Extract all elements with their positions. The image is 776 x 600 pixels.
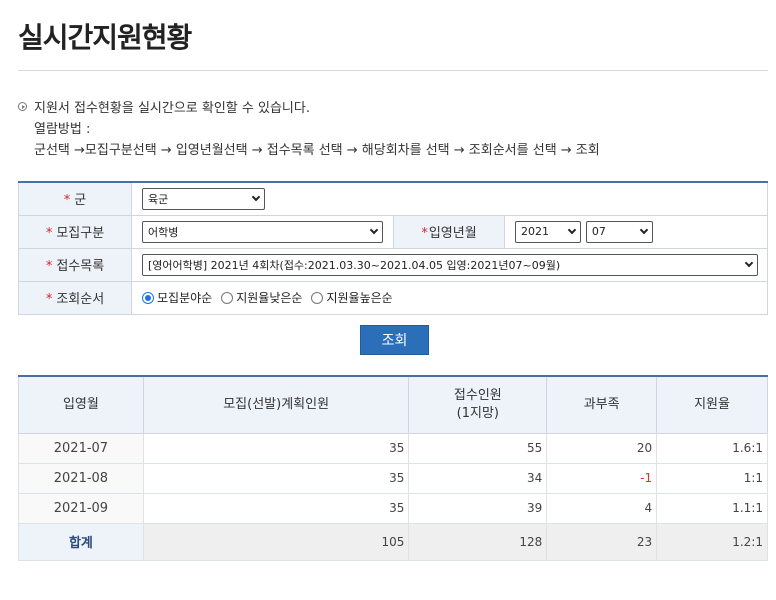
row-diff: -1 (546, 462, 658, 494)
info-line-3: 군선택 →모집구분선택 → 입영년월선택 → 접수목록 선택 → 해당회차를 선… (34, 143, 600, 158)
table-row: 2021-07 35 55 20 1.6:1 (18, 432, 768, 464)
required-mark: * (45, 292, 53, 307)
total-applied: 128 (408, 522, 548, 561)
row-applied: 55 (408, 432, 548, 464)
row-rate: 1.1:1 (656, 492, 768, 524)
info-line-2: 열람방법 : (34, 122, 91, 137)
chevron-down-icon (567, 225, 577, 234)
sort-option-rate-asc-label: 지원율낮은순 (236, 291, 303, 305)
row-applied: 39 (408, 492, 548, 524)
search-button[interactable]: 조회 (360, 325, 429, 355)
branch-row: * 군 육군 (18, 181, 768, 216)
sort-option-rate-desc[interactable]: 지원율높은순 (311, 289, 393, 306)
enlist-month-cell: 2021 07 (504, 214, 768, 249)
total-row: 합계 105 128 23 1.2:1 (18, 522, 768, 561)
info-box: 지원서 접수현황을 실시간으로 확인할 수 있습니다. 열람방법 : 군선택 →… (18, 98, 600, 161)
radio-icon (142, 291, 154, 304)
required-mark: * (45, 226, 53, 241)
col-applied: 접수인원 (1지망) (408, 375, 548, 434)
col-diff: 과부족 (546, 375, 658, 434)
branch-cell: 육군 (131, 181, 768, 216)
enlist-month-label-text: 입영년월 (428, 226, 477, 241)
branch-select-value: 육군 (148, 192, 169, 206)
application-select-value: [영어어학병] 2021년 4회차(접수:2021.03.30~2021.04.… (148, 258, 561, 272)
branch-label: * 군 (18, 181, 132, 216)
circle-arrow-icon (18, 102, 27, 111)
application-select[interactable]: [영어어학병] 2021년 4회차(접수:2021.03.30~2021.04.… (142, 253, 758, 276)
col-applied-line2: (1지망) (456, 405, 500, 421)
col-planned: 모집(선발)계획인원 (142, 375, 410, 434)
recruit-type-select[interactable]: 어학병 (142, 220, 383, 243)
sort-radio-group: 모집분야순 지원율낮은순 지원율높은순 (142, 289, 767, 306)
row-applied: 34 (408, 462, 548, 494)
required-mark: * (421, 226, 428, 241)
recruit-type-select-value: 어학병 (148, 225, 179, 239)
page-title: 실시간지원현황 (18, 21, 192, 54)
row-planned: 35 (142, 432, 410, 464)
row-planned: 35 (142, 492, 410, 524)
row-month: 2021-08 (18, 462, 144, 494)
application-label: * 접수목록 (18, 247, 132, 282)
row-rate: 1.6:1 (656, 432, 768, 464)
row-month: 2021-07 (18, 432, 144, 464)
total-diff: 23 (546, 522, 658, 561)
table-row: 2021-09 35 39 4 1.1:1 (18, 492, 768, 524)
sort-cell: 모집분야순 지원율낮은순 지원율높은순 (131, 280, 768, 315)
branch-select[interactable]: 육군 (142, 187, 265, 210)
branch-label-text: 군 (74, 193, 87, 209)
row-diff: 4 (546, 492, 658, 524)
chevron-down-icon (744, 258, 754, 267)
sort-label-text: 조회순서 (56, 292, 105, 307)
required-mark: * (45, 259, 53, 274)
chevron-down-icon (369, 225, 379, 234)
enlist-month-select[interactable]: 07 (585, 220, 653, 243)
sort-option-field[interactable]: 모집분야순 (142, 289, 212, 306)
recruit-type-label: * 모집구분 (18, 214, 132, 249)
row-rate: 1:1 (656, 462, 768, 494)
recruit-row: * 모집구분 어학병 *입영년월 2021 07 (18, 214, 768, 249)
application-row: * 접수목록 [영어어학병] 2021년 4회차(접수:2021.03.30~20… (18, 247, 768, 282)
enlist-year-select[interactable]: 2021 (515, 220, 581, 243)
row-diff: 20 (546, 432, 658, 464)
total-rate: 1.2:1 (656, 522, 768, 561)
chevron-down-icon (639, 225, 649, 234)
sort-label: * 조회순서 (18, 280, 132, 315)
row-month: 2021-09 (18, 492, 144, 524)
sort-option-rate-desc-label: 지원율높은순 (326, 291, 393, 305)
sort-row: * 조회순서 모집분야순 지원율낮은순 지원율높은순 (18, 280, 768, 315)
results-table: 입영월 모집(선발)계획인원 접수인원 (1지망) 과부족 지원율 2021-07… (18, 375, 768, 561)
chevron-down-icon (251, 192, 261, 201)
col-rate: 지원율 (656, 375, 768, 434)
total-planned: 105 (142, 522, 410, 561)
col-month: 입영월 (18, 375, 144, 434)
application-label-text: 접수목록 (56, 259, 105, 274)
radio-icon (311, 291, 324, 304)
total-label: 합계 (18, 522, 144, 561)
required-mark: * (63, 193, 71, 209)
table-row: 2021-08 35 34 -1 1:1 (18, 462, 768, 494)
sort-option-field-label: 모집분야순 (157, 291, 213, 305)
enlist-year-value: 2021 (521, 225, 549, 238)
results-header-row: 입영월 모집(선발)계획인원 접수인원 (1지망) 과부족 지원율 (18, 375, 768, 434)
col-applied-line1: 접수인원 (453, 387, 502, 403)
recruit-type-cell: 어학병 (131, 214, 394, 249)
title-divider (18, 70, 768, 71)
enlist-month-label: *입영년월 (393, 214, 505, 249)
info-line-1: 지원서 접수현황을 실시간으로 확인할 수 있습니다. (34, 101, 310, 116)
sort-option-rate-asc[interactable]: 지원율낮은순 (221, 289, 302, 306)
search-form: * 군 육군 * 모집구분 어학병 *입영년월 2021 07 * 접수목록 [영어어… (18, 181, 768, 315)
recruit-type-label-text: 모집구분 (56, 226, 105, 241)
row-planned: 35 (142, 462, 410, 494)
application-cell: [영어어학병] 2021년 4회차(접수:2021.03.30~2021.04.… (131, 247, 768, 282)
enlist-month-value: 07 (591, 225, 606, 238)
radio-icon (221, 291, 234, 304)
